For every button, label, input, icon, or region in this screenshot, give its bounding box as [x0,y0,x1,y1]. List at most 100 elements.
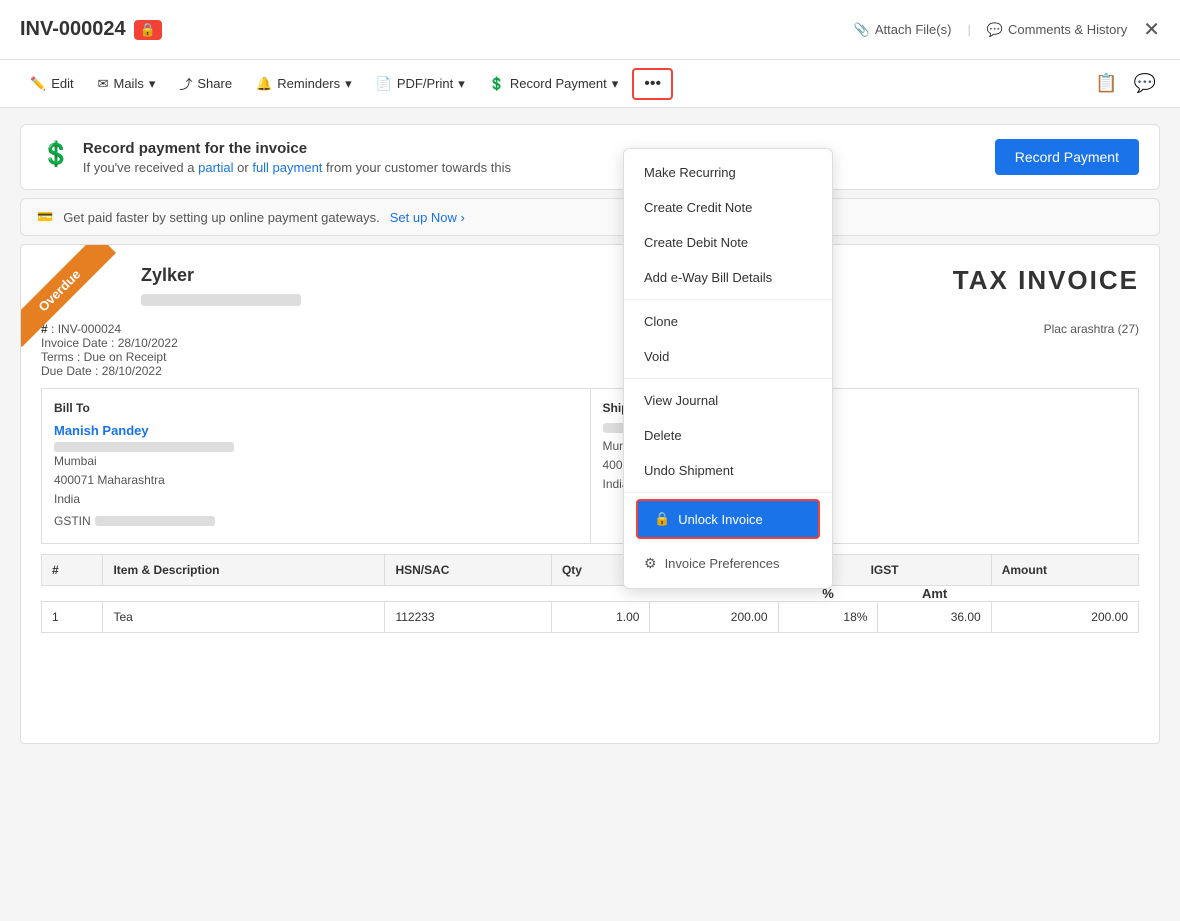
bill-to-header: Bill To [54,401,578,415]
setup-now-link[interactable]: Set up Now › [390,210,465,225]
pdf-print-button[interactable]: 📄 PDF/Print ▾ [366,70,475,98]
close-button[interactable]: ✕ [1143,17,1160,42]
lock-badge: 🔒 [134,20,162,40]
col-hash: # [42,554,103,585]
col-hsn: HSN/SAC [385,554,552,585]
item-igst-amt: 36.00 [878,601,991,632]
reminders-dropdown-icon: ▾ [345,76,352,92]
partial-link[interactable]: partial [198,160,233,175]
table-subheader-row: % Amt [42,585,1139,601]
divider-1 [624,299,832,300]
item-igst-pct: 18% [778,601,878,632]
invoice-meta-left: # : INV-000024 Invoice Date : 28/10/2022… [41,322,178,378]
item-rate: 200.00 [650,601,778,632]
col-amount: Amount [991,554,1138,585]
make-recurring-item[interactable]: Make Recurring [624,155,832,190]
checklist-button[interactable]: 📋 [1091,69,1121,98]
bell-icon: 🔔 [256,76,272,92]
toolbar: ✏️ Edit ✉ Mails ▾ ⤴ Share 🔔 Reminders ▾ … [0,60,1180,108]
payment-dropdown-icon: ▾ [612,76,619,92]
checklist-icon: 📋 [1095,73,1117,93]
record-payment-button[interactable]: 💲 Record Payment ▾ [479,70,629,98]
item-hsn: 112233 [385,601,552,632]
gear-icon: ⚙ [644,555,657,572]
more-icon: ••• [644,75,661,93]
bill-to-section: Bill To Manish Pandey Mumbai 400071 Maha… [42,389,591,543]
payment-banner: 💲 Record payment for the invoice If you'… [20,124,1160,190]
mails-dropdown-icon: ▾ [149,76,156,92]
customer-name-bill[interactable]: Manish Pandey [54,423,578,438]
void-item[interactable]: Void [624,339,832,374]
top-bar-right: 📎 Attach File(s) | 💬 Comments & History … [854,17,1160,42]
lock-icon: 🔒 [140,22,156,38]
item-num: 1 [42,601,103,632]
table-row: 1 Tea 112233 1.00 200.00 18% 36.00 200.0… [42,601,1139,632]
invoice-title: TAX INVOICE [953,265,1139,296]
attach-files-link[interactable]: 📎 Attach File(s) [854,22,952,38]
company-address-blurred [141,294,301,306]
toolbar-right: 📋 💬 [1091,69,1160,98]
bill-ship-section: Bill To Manish Pandey Mumbai 400071 Maha… [41,388,1139,544]
view-journal-item[interactable]: View Journal [624,383,832,418]
mail-icon: ✉ [98,76,109,92]
pdf-dropdown-icon: ▾ [458,76,465,92]
share-button[interactable]: ⤴ Share [169,68,242,99]
invoice-number-row: # : INV-000024 [41,322,178,336]
gateway-bar: 💳 Get paid faster by setting up online p… [20,198,1160,236]
due-date-row: Due Date : 28/10/2022 [41,364,178,378]
more-options-button[interactable]: ••• [632,68,673,100]
gateway-text: Get paid faster by setting up online pay… [63,210,380,225]
add-eway-bill-item[interactable]: Add e-Way Bill Details [624,260,832,295]
full-link[interactable]: full payment [252,160,322,175]
payment-banner-title: Record payment for the invoice [83,140,511,157]
invoice-id: INV-000024 [20,18,126,41]
create-debit-note-item[interactable]: Create Debit Note [624,225,832,260]
item-name: Tea [103,601,385,632]
gstin-row: GSTIN [54,512,578,531]
item-amount: 200.00 [991,601,1138,632]
undo-shipment-item[interactable]: Undo Shipment [624,453,832,488]
card-icon: 💳 [37,209,53,225]
payment-icon: 💲 [489,76,505,92]
divider-2 [624,378,832,379]
create-credit-note-item[interactable]: Create Credit Note [624,190,832,225]
top-bar: INV-000024 🔒 📎 Attach File(s) | 💬 Commen… [0,0,1180,60]
item-qty: 1.00 [551,601,649,632]
payment-banner-icon: 💲 [41,140,71,169]
payment-banner-text: Record payment for the invoice If you've… [83,140,511,175]
delete-item[interactable]: Delete [624,418,832,453]
lock-unlock-icon: 🔒 [654,511,670,527]
address-blurred-1 [54,442,234,452]
items-table: # Item & Description HSN/SAC Qty Rate IG… [41,554,1139,633]
payment-banner-left: 💲 Record payment for the invoice If you'… [41,140,511,175]
comment-icon: 💬 [1134,73,1156,93]
record-payment-main-button[interactable]: Record Payment [995,139,1139,175]
invoice-date-row: Invoice Date : 28/10/2022 [41,336,178,350]
company-name: Zylker [141,265,301,286]
inv-number: : [51,322,58,336]
inv-hash: # [41,322,48,336]
unlock-invoice-button[interactable]: 🔒 Unlock Invoice [636,499,820,539]
clone-item[interactable]: Clone [624,304,832,339]
divider-3 [624,492,832,493]
invoice-preferences-item[interactable]: ⚙ Invoice Preferences [624,545,832,582]
reminders-button[interactable]: 🔔 Reminders ▾ [246,70,362,98]
gstin-blurred [95,516,215,526]
mails-button[interactable]: ✉ Mails ▾ [88,70,166,98]
invoice-detail: Zylker TAX INVOICE # : INV-000024 Invoic… [21,245,1159,633]
terms-row: Terms : Due on Receipt [41,350,178,364]
comments-history-link[interactable]: 💬 Comments & History [987,22,1127,38]
pdf-icon: 📄 [376,76,392,92]
invoice-area: Zylker TAX INVOICE # : INV-000024 Invoic… [20,244,1160,744]
paperclip-icon: 📎 [854,22,870,38]
table-header-row: # Item & Description HSN/SAC Qty Rate IG… [42,554,1139,585]
dropdown-menu: Make Recurring Create Credit Note Create… [623,148,833,589]
col-item: Item & Description [103,554,385,585]
edit-icon: ✏️ [30,76,46,92]
comment-button[interactable]: 💬 [1130,69,1160,98]
edit-button[interactable]: ✏️ Edit [20,70,84,98]
col-igst-amt: Amt [878,585,991,601]
top-bar-left: INV-000024 🔒 [20,18,162,41]
share-icon: ⤴ [179,74,192,93]
bill-city: Mumbai 400071 Maharashtra India GSTIN [54,452,578,531]
